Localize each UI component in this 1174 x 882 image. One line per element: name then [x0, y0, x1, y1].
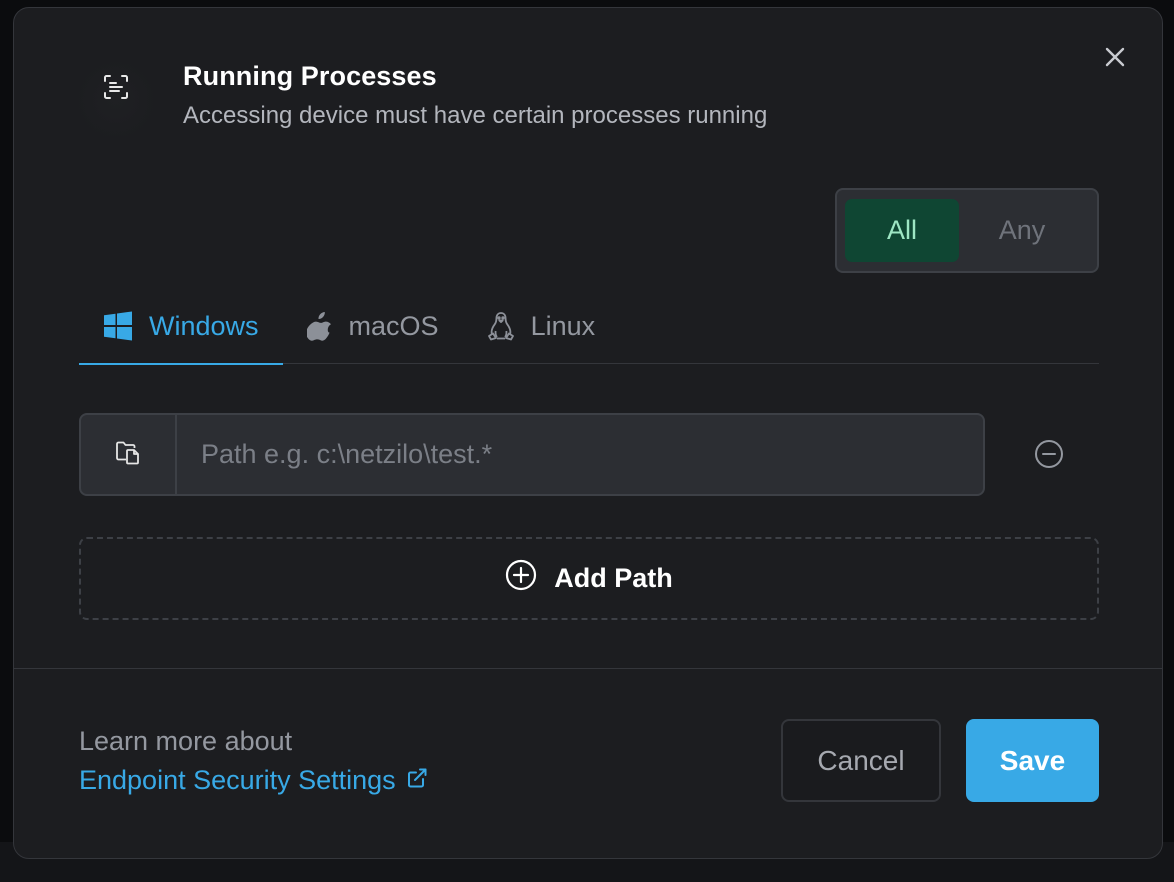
dialog-title: Running Processes	[183, 61, 437, 91]
learn-more-text: Learn more about	[79, 726, 293, 756]
path-entry-row	[79, 413, 985, 496]
tab-windows[interactable]: Windows	[79, 291, 283, 365]
path-input[interactable]	[177, 415, 983, 494]
add-path-button[interactable]: Add Path	[79, 537, 1099, 620]
docs-link-label: Endpoint Security Settings	[79, 765, 396, 795]
match-mode-toggle: All Any	[835, 188, 1099, 273]
tab-macos[interactable]: macOS	[283, 291, 463, 364]
match-any-option[interactable]: Any	[965, 199, 1079, 262]
dialog-footer: Learn more about Endpoint Security Setti…	[14, 668, 1162, 858]
header-icon-container	[76, 56, 156, 136]
external-link-icon	[396, 765, 428, 796]
apple-icon	[306, 311, 333, 341]
cancel-button[interactable]: Cancel	[781, 719, 941, 802]
folder-file-icon	[115, 439, 141, 470]
endpoint-security-settings-link[interactable]: Endpoint Security Settings	[79, 765, 428, 796]
add-path-label: Add Path	[554, 563, 673, 593]
close-icon	[1104, 46, 1126, 73]
save-button[interactable]: Save	[966, 719, 1099, 802]
minus-circle-icon	[1034, 439, 1064, 474]
remove-path-button[interactable]	[1032, 439, 1066, 473]
tab-macos-label: macOS	[348, 310, 439, 341]
linux-icon	[487, 311, 515, 341]
tab-windows-label: Windows	[149, 310, 259, 341]
running-processes-dialog: Running Processes Accessing device must …	[13, 7, 1163, 859]
windows-icon	[103, 311, 133, 341]
close-button[interactable]	[1100, 44, 1130, 74]
os-tabs: Windows macOS Linux	[79, 291, 1099, 365]
tab-linux-label: Linux	[530, 310, 596, 341]
match-all-option[interactable]: All	[845, 199, 959, 262]
dialog-subtitle: Accessing device must have certain proce…	[183, 102, 768, 129]
process-scan-icon	[103, 75, 129, 105]
tab-linux[interactable]: Linux	[463, 291, 620, 364]
plus-circle-icon	[505, 559, 554, 598]
path-addon	[81, 415, 177, 494]
